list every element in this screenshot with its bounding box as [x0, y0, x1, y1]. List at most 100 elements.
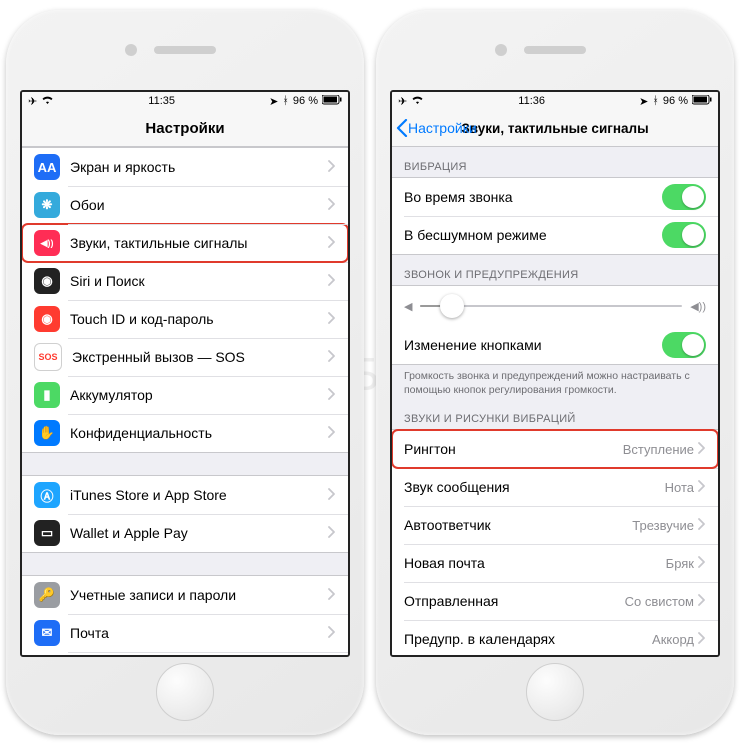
row-label: Звуки, тактильные сигналы [70, 235, 328, 251]
sounds-screen[interactable]: ВИБРАЦИЯВо время звонкаВ бесшумном режим… [392, 147, 718, 655]
speaker-slot [154, 46, 216, 54]
wifi-icon [411, 95, 424, 108]
settings-row[interactable]: SOS Экстренный вызов — SOS [22, 338, 348, 376]
row-label: В бесшумном режиме [404, 227, 662, 243]
toggle-switch[interactable] [662, 184, 706, 210]
volume-slider[interactable] [420, 305, 682, 307]
settings-row[interactable]: ▭Wallet и Apple Pay [22, 514, 348, 552]
chevron-right-icon [328, 312, 336, 327]
home-button[interactable] [526, 663, 584, 721]
row-label: Touch ID и код-пароль [70, 311, 328, 327]
chevron-right-icon [698, 632, 706, 647]
wifi-icon [41, 95, 54, 108]
row-label: Изменение кнопками [404, 337, 662, 353]
battery-percent: 96 % [663, 95, 688, 107]
settings-row[interactable]: ▮ Аккумулятор [22, 376, 348, 414]
volume-low-icon: ◀ [404, 300, 412, 313]
chevron-right-icon [328, 198, 336, 213]
airplane-icon: ✈ [398, 95, 407, 108]
row-label: Новая почта [404, 555, 666, 571]
settings-row[interactable]: ◉ Siri и Поиск [22, 262, 348, 300]
row-label: Предупр. в календарях [404, 631, 652, 647]
chevron-right-icon [698, 480, 706, 495]
siri-icon: ◉ [34, 268, 60, 294]
camera-dot [495, 44, 507, 56]
back-button[interactable]: Настройки [396, 119, 477, 137]
status-bar: ✈ 11:35 ➤ ᚼ 96 % [22, 92, 348, 110]
settings-row[interactable]: ✋Конфиденциальность [22, 414, 348, 452]
chevron-right-icon [328, 588, 336, 603]
battery-icon: ▮ [34, 382, 60, 408]
back-label: Настройки [408, 120, 477, 136]
chevron-right-icon [328, 426, 336, 441]
camera-dot [125, 44, 137, 56]
settings-row[interactable]: ◉Touch ID и код-пароль [22, 300, 348, 338]
sos-icon: SOS [34, 343, 62, 371]
row-label: Учетные записи и пароли [70, 587, 328, 603]
navbar: Настройки [22, 110, 348, 147]
settings-row[interactable]: ◑Контакты [22, 652, 348, 655]
row-label: Во время звонка [404, 189, 662, 205]
settings-row[interactable]: ✉Почта [22, 614, 348, 652]
home-button[interactable] [156, 663, 214, 721]
row-value: Бряк [666, 556, 694, 571]
row-label: Аккумулятор [70, 387, 328, 403]
row-label: Экран и яркость [70, 159, 328, 175]
chevron-right-icon [328, 274, 336, 289]
sound-row[interactable]: АвтоответчикТрезвучие [392, 506, 718, 544]
chevron-right-icon [698, 442, 706, 457]
screen-right: ✈ 11:36 ➤ ᚼ 96 % Наст [390, 90, 720, 657]
sound-row[interactable]: РингтонВступление [392, 430, 718, 468]
toggle-row: Во время звонка [392, 178, 718, 216]
chevron-right-icon [328, 388, 336, 403]
settings-list[interactable]: AA Экран и яркость ❋ Обои ◀)) Звуки, тактильн… [22, 147, 348, 655]
page-title: Звуки, тактильные сигналы [461, 121, 648, 136]
sound-row[interactable]: Новая почтаБряк [392, 544, 718, 582]
chevron-right-icon [328, 626, 336, 641]
settings-row[interactable]: ◀)) Звуки, тактильные сигналы [22, 224, 348, 262]
appstore-icon: Ⓐ [34, 482, 60, 508]
sound-row[interactable]: ОтправленнаяСо свистом [392, 582, 718, 620]
battery-icon [692, 95, 712, 108]
wallpaper-icon: ❋ [34, 192, 60, 218]
sound-row[interactable]: Предупр. в календаряхАккорд [392, 620, 718, 655]
row-value: Нота [665, 480, 694, 495]
display-icon: AA [34, 154, 60, 180]
row-label: Wallet и Apple Pay [70, 525, 328, 541]
row-value: Со свистом [625, 594, 694, 609]
chevron-right-icon [328, 488, 336, 503]
row-label: iTunes Store и App Store [70, 487, 328, 503]
navbar: Настройки Звуки, тактильные сигналы [392, 110, 718, 147]
sounds-icon: ◀)) [34, 230, 60, 256]
mail-icon: ✉ [34, 620, 60, 646]
section-footer-ringer: Громкость звонка и предупреждений можно … [392, 365, 718, 399]
row-label: Siri и Поиск [70, 273, 328, 289]
bluetooth-icon: ᚼ [652, 95, 659, 107]
battery-percent: 96 % [293, 95, 318, 107]
section-header-ringer: ЗВОНОК И ПРЕДУПРЕЖДЕНИЯ [392, 255, 718, 285]
volume-high-icon: ◀)) [690, 300, 706, 313]
chevron-right-icon [328, 350, 336, 365]
row-label: Конфиденциальность [70, 425, 328, 441]
toggle-row: В бесшумном режиме [392, 216, 718, 254]
location-icon: ➤ [269, 95, 278, 108]
row-label: Звук сообщения [404, 479, 665, 495]
chevron-right-icon [698, 556, 706, 571]
settings-row[interactable]: ⒶiTunes Store и App Store [22, 476, 348, 514]
chevron-right-icon [328, 236, 336, 251]
chevron-right-icon [328, 526, 336, 541]
toggle-switch[interactable] [662, 332, 706, 358]
row-label: Обои [70, 197, 328, 213]
settings-row[interactable]: ❋ Обои [22, 186, 348, 224]
chevron-right-icon [328, 160, 336, 175]
screen-left: ✈ 11:35 ➤ ᚼ 96 % Настройки AAЭ [20, 90, 350, 657]
sound-row[interactable]: Звук сообщенияНота [392, 468, 718, 506]
row-label: Экстренный вызов — SOS [72, 349, 328, 365]
accounts-icon: 🔑 [34, 582, 60, 608]
row-value: Трезвучие [632, 518, 694, 533]
status-time: 11:36 [518, 95, 545, 107]
settings-row[interactable]: 🔑 Учетные записи и пароли [22, 576, 348, 614]
toggle-switch[interactable] [662, 222, 706, 248]
settings-row[interactable]: AA Экран и яркость [22, 148, 348, 186]
speaker-slot [524, 46, 586, 54]
